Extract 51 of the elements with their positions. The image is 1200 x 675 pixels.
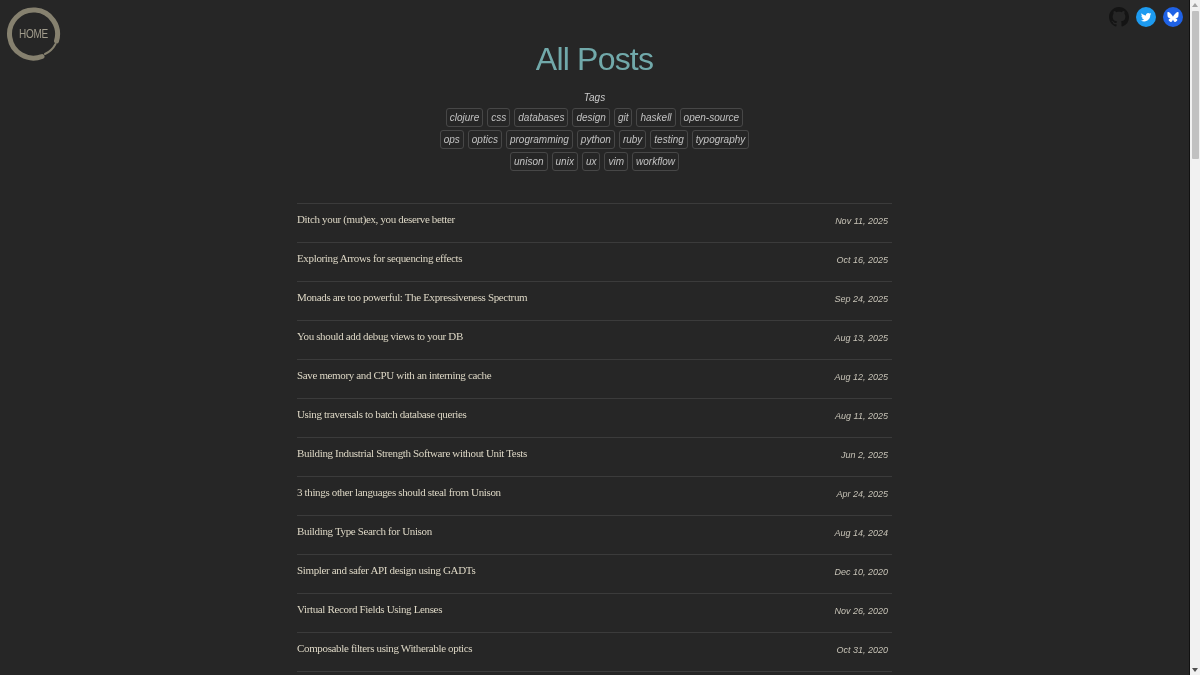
tag-link[interactable]: haskell — [636, 108, 676, 127]
tag-link[interactable]: databases — [514, 108, 569, 127]
post-link[interactable]: Ditch your (mut)ex, you deserve better — [297, 213, 455, 226]
post-link[interactable]: 3 things other languages should steal from Unison — [297, 486, 501, 499]
bird-icon[interactable] — [1136, 7, 1156, 27]
tag-link[interactable]: vim — [604, 152, 628, 171]
post-date: Oct 31, 2020 — [836, 644, 888, 656]
post-date: Sep 24, 2025 — [834, 293, 888, 305]
tag-link[interactable]: clojure — [445, 108, 484, 127]
post-date: Dec 10, 2020 — [834, 566, 888, 578]
tag-link[interactable]: workflow — [632, 152, 679, 171]
tag-link[interactable]: unix — [551, 152, 578, 171]
post-date: Apr 24, 2025 — [836, 488, 888, 500]
page-title: All Posts — [535, 40, 654, 78]
post-link[interactable]: Virtual Record Fields Using Lenses — [297, 603, 443, 616]
post-link[interactable]: Building Industrial Strength Software without Unit Tests — [297, 447, 527, 460]
home-link[interactable]: HOME — [5, 5, 62, 62]
post-date: Nov 11, 2025 — [835, 215, 888, 227]
tag-link[interactable]: ux — [581, 152, 601, 171]
tag-link[interactable]: git — [613, 108, 633, 127]
tag-link[interactable]: testing — [650, 130, 688, 149]
post-link[interactable]: Exploring Arrows for sequencing effects — [297, 252, 463, 265]
post-link[interactable]: You should add debug views to your DB — [297, 330, 463, 343]
post-date: Aug 13, 2025 — [834, 332, 888, 344]
post-link[interactable]: Using traversals to batch database queries — [297, 408, 467, 421]
scroll-down-icon[interactable] — [1192, 668, 1198, 672]
tag-link[interactable]: optics — [467, 130, 502, 149]
tag-link[interactable]: python — [576, 130, 615, 149]
post-date: Aug 14, 2024 — [834, 527, 888, 539]
post-date: Aug 12, 2025 — [834, 371, 888, 383]
post-link[interactable]: Building Type Search for Unison — [297, 525, 432, 538]
post-link[interactable]: Monads are too powerful: The Expressiveness Spectrum — [297, 291, 528, 304]
post-link[interactable]: Save memory and CPU with an interning cache — [297, 369, 492, 382]
post-date: Nov 26, 2020 — [834, 605, 888, 617]
tag-link[interactable]: typography — [691, 130, 750, 149]
post-date: Jun 2, 2025 — [840, 449, 888, 461]
scrollbar-thumb[interactable] — [1191, 11, 1199, 159]
tag-link[interactable]: open-source — [679, 108, 744, 127]
tag-link[interactable]: ruby — [618, 130, 647, 149]
post-link[interactable]: Simpler and safer API design using GADTs — [297, 564, 476, 577]
butterfly-icon[interactable] — [1163, 7, 1183, 27]
tag-link[interactable]: design — [572, 108, 610, 127]
tag-link[interactable]: unison — [510, 152, 548, 171]
post-date: Oct 16, 2025 — [836, 254, 888, 266]
tag-link[interactable]: css — [487, 108, 511, 127]
post-link[interactable]: Composable filters using Witherable optics — [297, 642, 473, 655]
tag-link[interactable]: programming — [505, 130, 573, 149]
brush-ring-icon — [5, 5, 62, 62]
tags-heading: Tags — [583, 91, 606, 104]
tag-link[interactable]: ops — [439, 130, 464, 149]
post-date: Aug 11, 2025 — [835, 410, 888, 422]
